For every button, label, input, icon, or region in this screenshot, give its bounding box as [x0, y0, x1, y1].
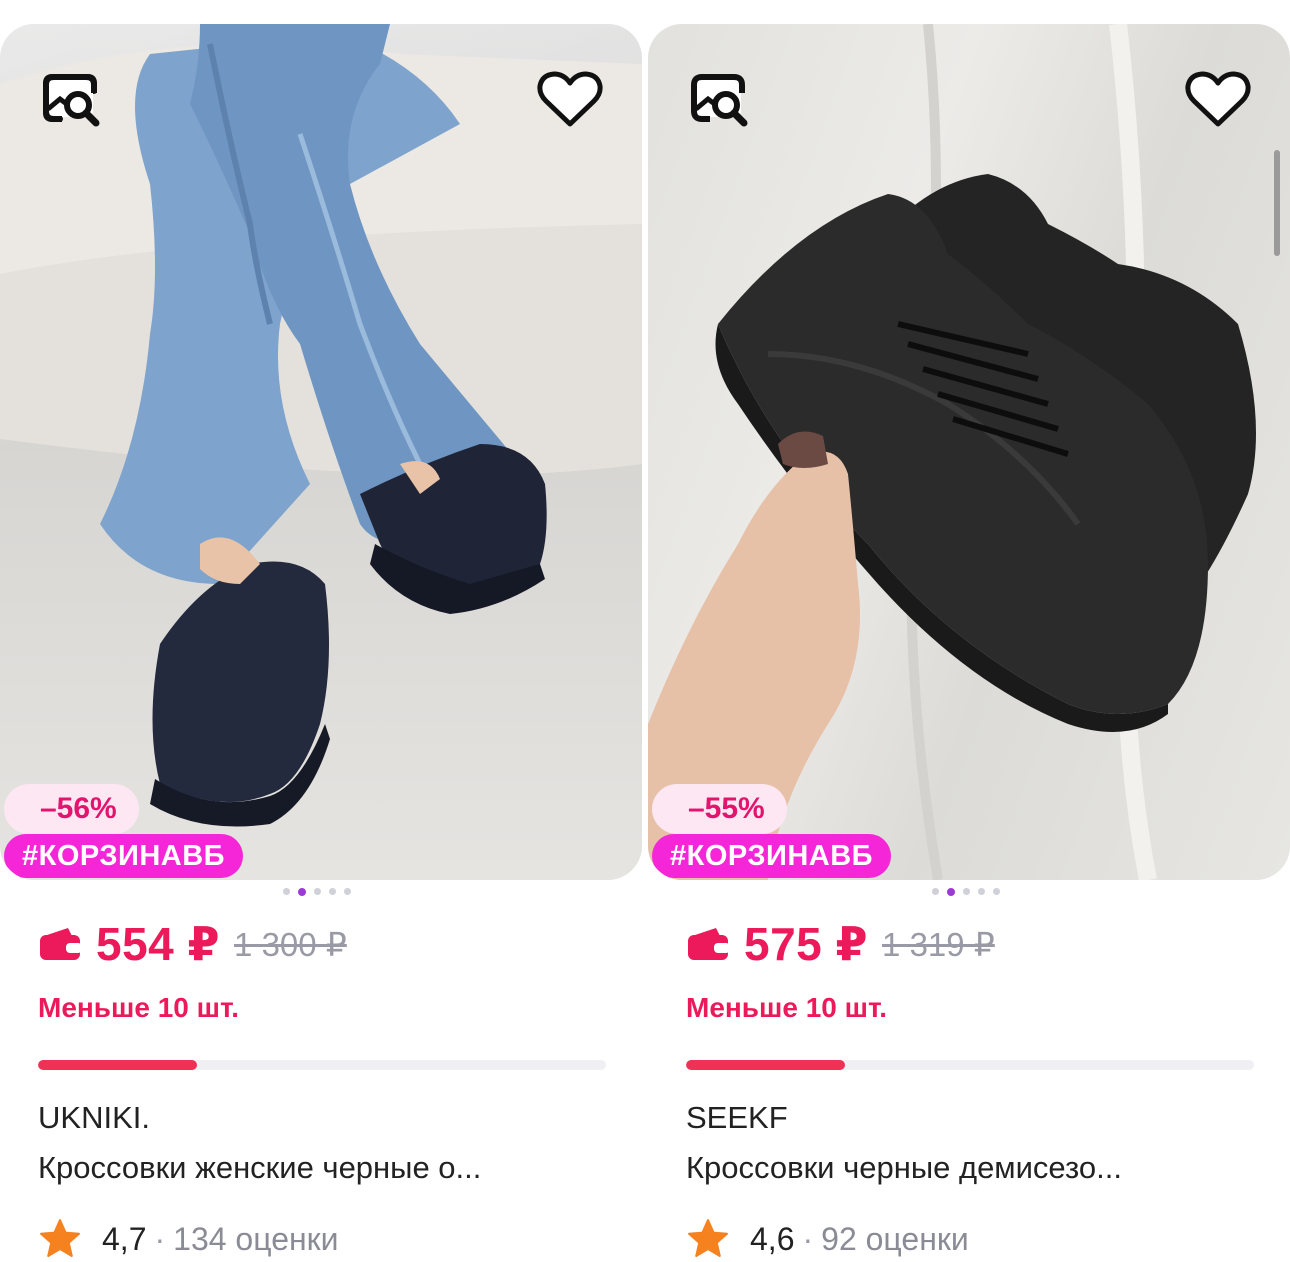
heart-icon — [537, 71, 603, 127]
stock-progress-bar — [38, 1060, 606, 1070]
similar-search-button[interactable] — [34, 64, 106, 136]
stock-progress-bar — [686, 1060, 1254, 1070]
similar-search-button[interactable] — [682, 64, 754, 136]
rating-value: 4,6 — [750, 1220, 795, 1257]
promo-tag[interactable]: #КОРЗИНАВБ — [652, 834, 892, 878]
product-card[interactable]: –56% #КОРЗИНАВБ 554 ₽ 1 300 ₽ Меньше 10 … — [0, 24, 642, 1257]
stock-progress-fill — [38, 1060, 198, 1070]
product-title[interactable]: Кроссовки женские черные о... — [38, 1150, 608, 1186]
stock-status: Меньше 10 шт. — [38, 992, 240, 1023]
discount-badge: –56% — [4, 784, 139, 834]
stock-status: Меньше 10 шт. — [686, 992, 888, 1023]
favorite-button[interactable] — [1182, 64, 1254, 136]
promo-tag[interactable]: #КОРЗИНАВБ — [4, 834, 244, 878]
favorite-button[interactable] — [534, 64, 606, 136]
discount-badge: –55% — [652, 784, 787, 834]
product-title[interactable]: Кроссовки черные демисезо... — [686, 1150, 1256, 1186]
pagination-dot[interactable] — [283, 888, 290, 895]
current-price: 575 ₽ — [744, 918, 869, 970]
rating-separator: · — [154, 1220, 166, 1257]
rating-row: 4,6 · 92 оценки — [686, 1216, 969, 1262]
heart-icon — [1185, 71, 1251, 127]
old-price: 1 300 ₽ — [234, 925, 347, 963]
rating-row: 4,7 · 134 оценки — [38, 1216, 339, 1262]
pagination-dot[interactable] — [344, 888, 351, 895]
image-pagination — [283, 888, 373, 896]
old-price: 1 319 ₽ — [882, 925, 995, 963]
price-row: 554 ₽ 1 300 ₽ — [38, 916, 347, 972]
wallet-icon — [688, 928, 730, 960]
reviews-count[interactable]: 92 оценки — [821, 1221, 969, 1258]
product-photo-hand-sneakers — [648, 24, 1256, 880]
pagination-dot[interactable] — [978, 888, 985, 895]
image-search-icon — [691, 74, 748, 127]
pagination-dot[interactable] — [329, 888, 336, 895]
pagination-dot-active[interactable] — [947, 888, 955, 896]
star-icon — [40, 1219, 80, 1257]
pagination-dot[interactable] — [314, 888, 321, 895]
rating-separator: · — [802, 1220, 814, 1257]
scrollbar-thumb[interactable] — [1274, 150, 1280, 256]
price-row: 575 ₽ 1 319 ₽ — [686, 916, 995, 972]
product-photo-jeans-sneakers — [0, 24, 642, 827]
pagination-dot[interactable] — [993, 888, 1000, 895]
current-price: 554 ₽ — [96, 918, 221, 970]
product-image[interactable]: –55% #КОРЗИНАВБ — [648, 24, 1290, 880]
pagination-dot-active[interactable] — [298, 888, 306, 896]
wallet-icon — [40, 928, 82, 960]
reviews-count[interactable]: 134 оценки — [173, 1221, 338, 1258]
brand-name: SEEKF — [686, 1100, 788, 1135]
rating-value: 4,7 — [102, 1220, 147, 1257]
brand-name: UKNIKI. — [38, 1100, 150, 1135]
image-search-icon — [43, 74, 100, 127]
product-image[interactable]: –56% #КОРЗИНАВБ — [0, 24, 642, 880]
stock-progress-fill — [686, 1060, 846, 1070]
pagination-dot[interactable] — [932, 888, 939, 895]
pagination-dot[interactable] — [963, 888, 970, 895]
product-card[interactable]: –55% #КОРЗИНАВБ 575 ₽ 1 319 ₽ Меньше 10 … — [648, 24, 1290, 1257]
image-pagination — [932, 888, 1022, 896]
star-icon — [688, 1219, 728, 1257]
